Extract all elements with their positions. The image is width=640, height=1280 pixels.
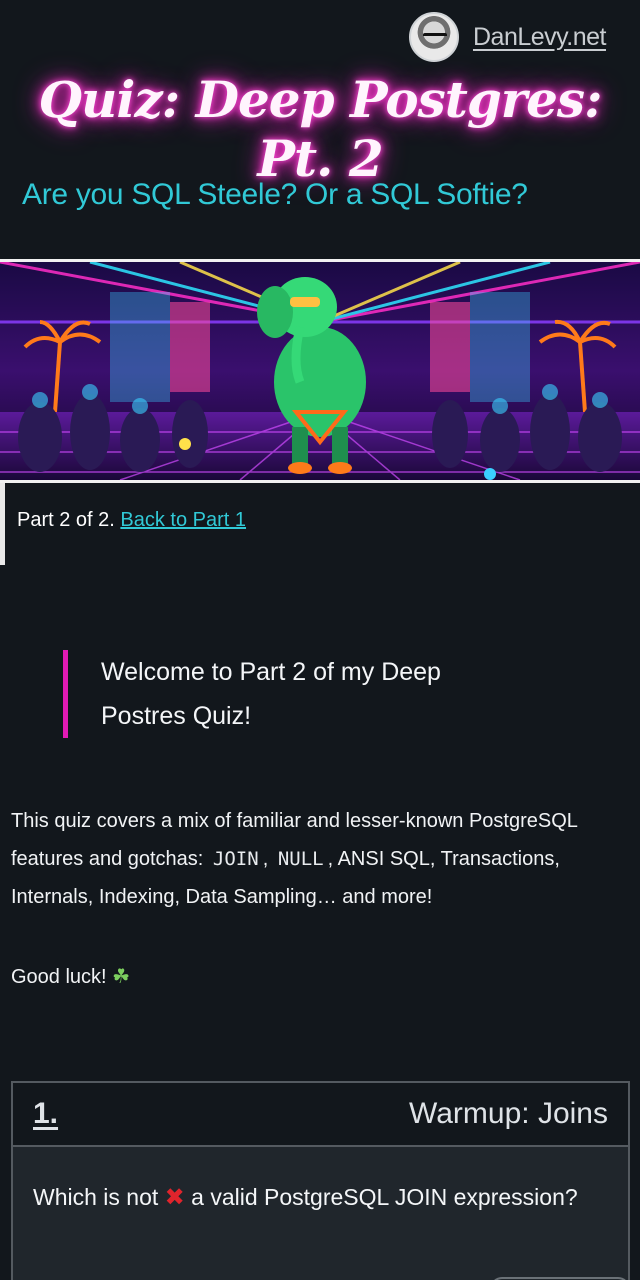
code-null: NULL bbox=[277, 848, 324, 870]
brand-link[interactable]: DanLevy.net bbox=[473, 23, 607, 52]
brand[interactable]: DanLevy.net bbox=[408, 12, 607, 62]
hero-image bbox=[0, 259, 640, 483]
welcome-quote: Welcome to Part 2 of my Deep Postres Qui… bbox=[63, 650, 483, 738]
question-number[interactable]: 1. bbox=[33, 1097, 58, 1131]
page-title: Quiz: Deep Postgres: Pt. 2 bbox=[38, 70, 602, 188]
question-topic: Warmup: Joins bbox=[409, 1097, 608, 1130]
question-text-after: a valid PostgreSQL JOIN expression? bbox=[191, 1184, 578, 1210]
intro-separator: , bbox=[262, 848, 269, 870]
question-body: Which is not ✖ a valid PostgreSQL JOIN e… bbox=[13, 1147, 628, 1280]
back-to-part-1-link[interactable]: Back to Part 1 bbox=[120, 509, 246, 531]
page-subtitle: Are you SQL Steele? Or a SQL Softie? bbox=[22, 178, 528, 211]
good-luck-label: Good luck! bbox=[11, 966, 107, 988]
clover-icon: ☘ bbox=[112, 966, 131, 988]
question-header: 1. Warmup: Joins bbox=[13, 1083, 628, 1147]
avatar[interactable] bbox=[408, 12, 459, 62]
part-notice: Part 2 of 2. Back to Part 1 bbox=[0, 483, 640, 565]
good-luck-text: Good luck! ☘ bbox=[11, 958, 130, 996]
code-join: JOIN bbox=[212, 848, 259, 870]
intro-paragraph: This quiz covers a mix of familiar and l… bbox=[11, 802, 621, 916]
question-text-before: Which is not bbox=[33, 1184, 159, 1210]
cross-mark-icon: ✖ bbox=[164, 1184, 185, 1211]
part-notice-text: Part 2 of 2. bbox=[17, 509, 115, 531]
question-card: 1. Warmup: Joins Which is not ✖ a valid … bbox=[11, 1081, 630, 1280]
hero-illustration bbox=[0, 262, 640, 480]
site-header: DanLevy.net Quiz: Deep Postgres: Pt. 2 A… bbox=[0, 0, 640, 258]
